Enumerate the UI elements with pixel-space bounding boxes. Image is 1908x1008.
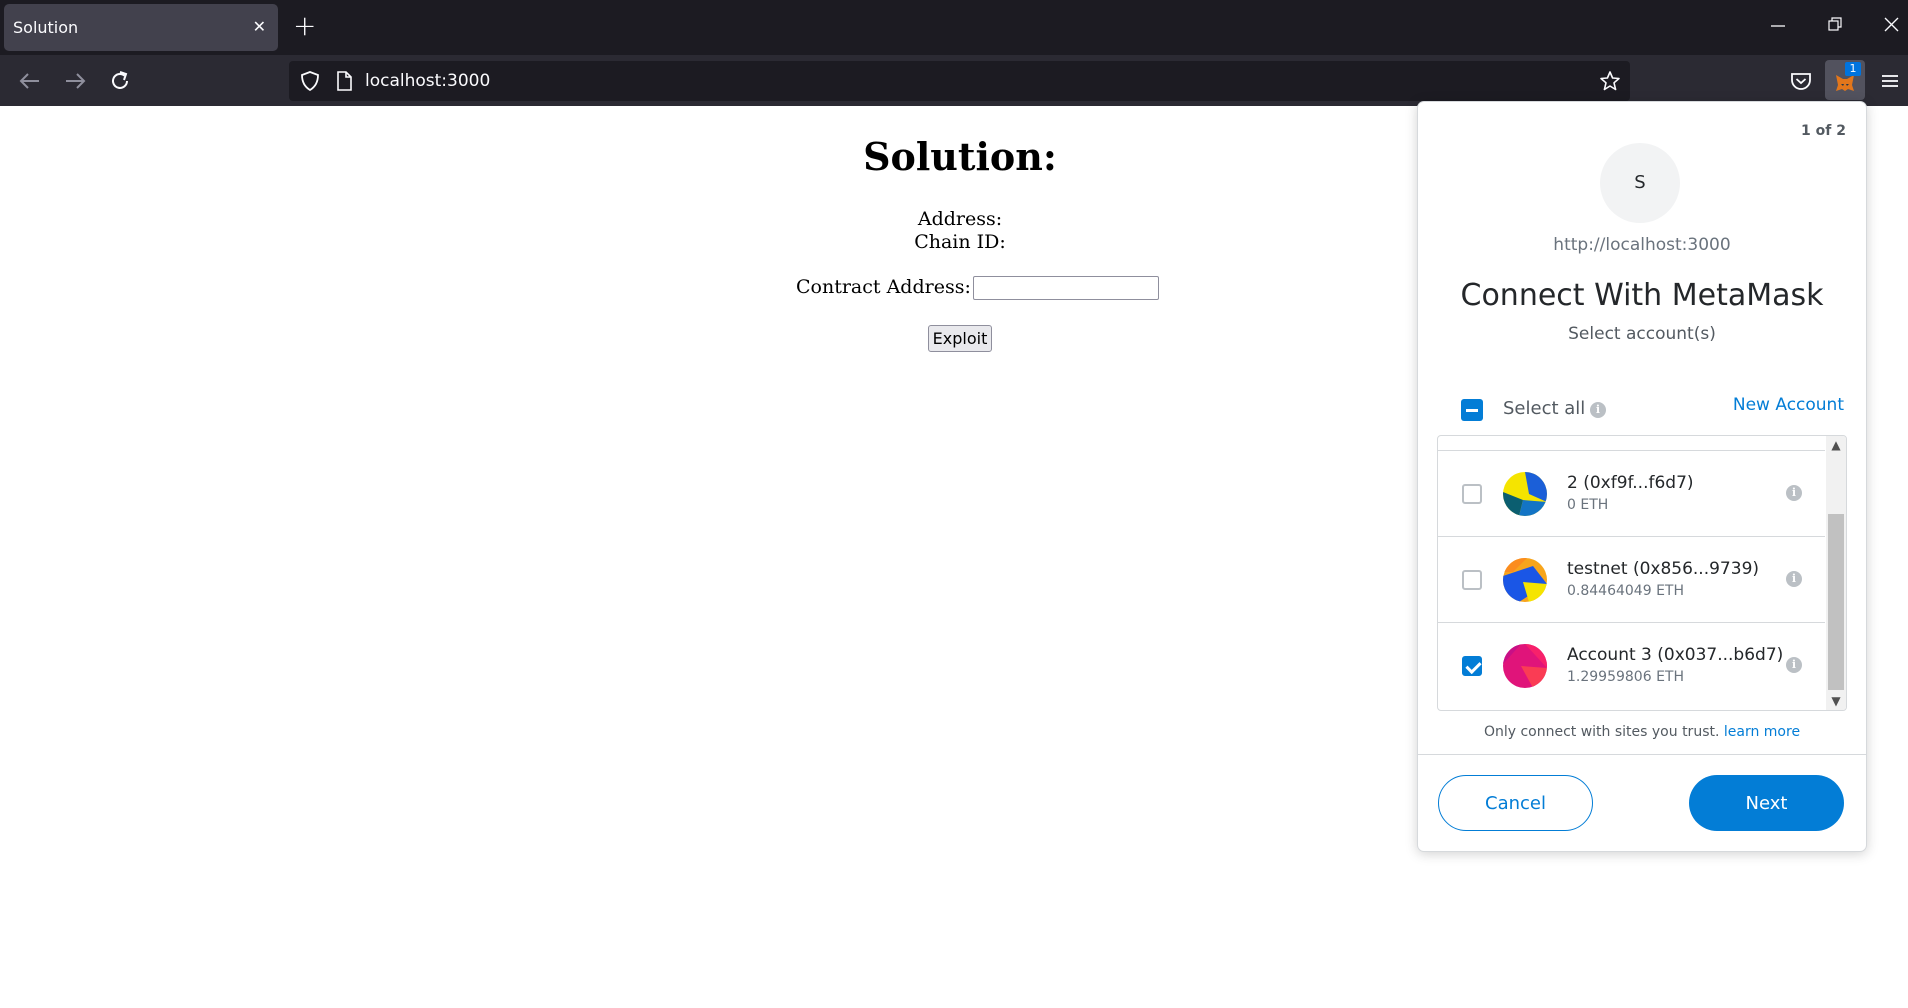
- account-jazzicon: [1503, 558, 1547, 602]
- account-checkbox[interactable]: [1462, 656, 1482, 676]
- select-all-info-icon[interactable]: i: [1590, 402, 1606, 418]
- reload-icon[interactable]: [107, 68, 133, 94]
- url-bar[interactable]: localhost:3000: [289, 61, 1630, 101]
- forward-icon[interactable]: [62, 68, 88, 94]
- connect-title: Connect With MetaMask: [1460, 278, 1824, 313]
- scrollbar-thumb[interactable]: [1828, 514, 1844, 690]
- account-name: Account 3 (0x037...b6d7): [1567, 645, 1784, 665]
- browser-navbar: localhost:3000 1: [0, 55, 1908, 106]
- contract-address-input[interactable]: [972, 276, 1159, 300]
- browser-titlebar: Solution ✕ +: [0, 0, 1908, 55]
- account-info-icon[interactable]: i: [1786, 485, 1802, 501]
- account-info-icon[interactable]: i: [1786, 571, 1802, 587]
- tab-close-icon[interactable]: ✕: [253, 17, 266, 37]
- account-checkbox[interactable]: [1462, 484, 1482, 504]
- account-info-icon[interactable]: i: [1786, 657, 1802, 673]
- metamask-connect-popup: 1 of 2 S http://localhost:3000 Connect W…: [1417, 101, 1867, 852]
- account-balance: 1.29959806 ETH: [1567, 669, 1684, 685]
- account-checkbox[interactable]: [1462, 570, 1482, 590]
- learn-more-link[interactable]: learn more: [1724, 724, 1800, 740]
- tab-title: Solution: [13, 18, 79, 37]
- bookmark-star-icon[interactable]: [1599, 70, 1621, 92]
- tab-solution[interactable]: Solution ✕: [4, 4, 278, 51]
- account-balance: 0.84464049 ETH: [1567, 583, 1684, 599]
- account-jazzicon: [1503, 472, 1547, 516]
- site-origin: http://localhost:3000: [1553, 235, 1731, 255]
- exploit-button[interactable]: Exploit: [928, 325, 992, 352]
- next-button[interactable]: Next: [1689, 775, 1844, 831]
- account-list-scrollbar[interactable]: ▲ ▼: [1826, 436, 1846, 710]
- pocket-icon[interactable]: [1787, 67, 1815, 95]
- extension-badge: 1: [1845, 62, 1861, 76]
- menu-icon[interactable]: [1876, 67, 1904, 95]
- account-name: testnet (0x856...9739): [1567, 559, 1760, 579]
- account-balance: 0 ETH: [1567, 497, 1609, 513]
- minimize-icon[interactable]: [1770, 12, 1786, 43]
- back-icon[interactable]: [17, 68, 43, 94]
- page-info-icon[interactable]: [333, 70, 355, 92]
- account-jazzicon: [1503, 644, 1547, 688]
- new-tab-button[interactable]: +: [293, 11, 316, 41]
- scroll-up-icon[interactable]: ▲: [1829, 438, 1843, 452]
- window-close-icon[interactable]: [1883, 12, 1899, 43]
- select-all-checkbox[interactable]: [1461, 399, 1483, 421]
- new-account-link[interactable]: New Account: [1733, 395, 1844, 415]
- site-avatar: S: [1600, 143, 1680, 223]
- trust-text: Only connect with sites you trust.: [1483, 724, 1720, 740]
- restore-icon[interactable]: [1827, 12, 1843, 43]
- footer-divider: [1418, 754, 1866, 755]
- url-text[interactable]: localhost:3000: [365, 71, 490, 91]
- contract-address-label: Contract Address:: [796, 276, 971, 298]
- shield-icon[interactable]: [299, 70, 321, 92]
- trust-notice: Only connect with sites you trust. learn…: [1418, 724, 1866, 740]
- account-list: 2 (0xf9f...f6d7) 0 ETH i testnet (0x856.…: [1437, 435, 1847, 711]
- select-all-label[interactable]: Select all: [1503, 398, 1585, 419]
- connect-subtitle: Select account(s): [1568, 324, 1716, 344]
- account-name: 2 (0xf9f...f6d7): [1567, 473, 1694, 493]
- scroll-down-icon[interactable]: ▼: [1829, 694, 1843, 708]
- contract-address-row: Contract Address:: [796, 276, 1159, 300]
- account-row[interactable]: Account 3 (0x037...b6d7) 1.29959806 ETH …: [1438, 622, 1825, 709]
- metamask-extension-button[interactable]: 1: [1825, 60, 1865, 100]
- account-row[interactable]: 2 (0xf9f...f6d7) 0 ETH i: [1438, 450, 1825, 537]
- account-row[interactable]: testnet (0x856...9739) 0.84464049 ETH i: [1438, 536, 1825, 623]
- page-counter: 1 of 2: [1801, 123, 1846, 139]
- cancel-button[interactable]: Cancel: [1438, 775, 1593, 831]
